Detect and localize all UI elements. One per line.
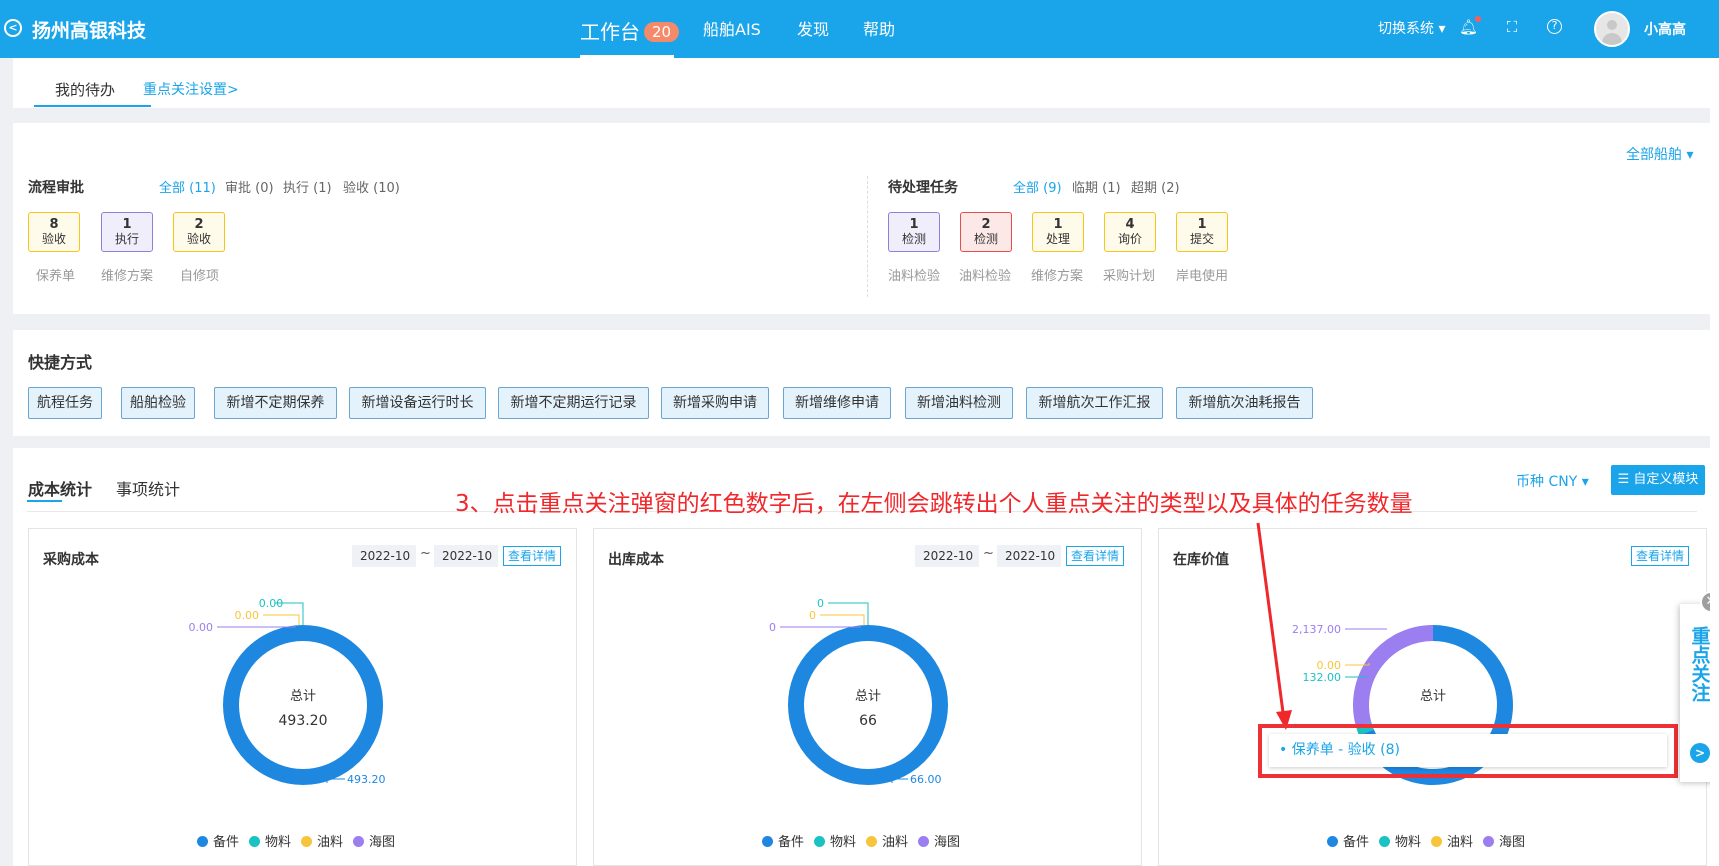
scrollbar[interactable] [1710,58,1719,866]
focus-item[interactable]: • 保养单 - 验收 (8) [1269,734,1667,767]
focus-popup-highlight: • 保养单 - 验收 (8) [1258,724,1678,778]
chevron-right-icon[interactable]: > [1690,743,1710,763]
page: < 扬州高银科技 工作台 20 船舶AIS 发现 帮助 切换系统 ▾ 🔔︎ ⛶ ?… [0,0,1719,866]
